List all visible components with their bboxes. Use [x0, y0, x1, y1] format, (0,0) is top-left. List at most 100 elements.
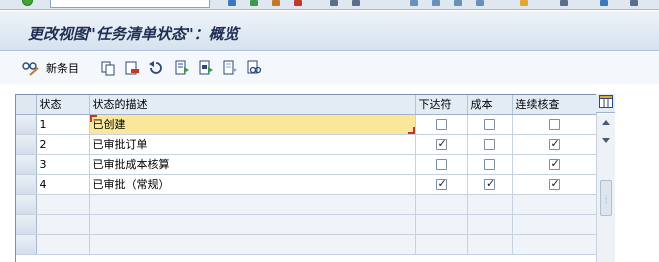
find-toolbar-icon[interactable] [352, 0, 360, 6]
empty-cell[interactable] [36, 234, 90, 255]
release-checkbox[interactable] [435, 137, 447, 150]
empty-cell[interactable] [467, 234, 513, 255]
column-config-button[interactable] [596, 94, 615, 113]
col-release-header[interactable]: 下达符 [415, 95, 468, 115]
continuous-check-cell [512, 154, 597, 175]
select-all-button[interactable] [174, 60, 190, 76]
print-icon[interactable] [330, 0, 338, 6]
row-selector[interactable] [16, 214, 37, 235]
continuous-check-cell [512, 134, 597, 155]
status-cell[interactable]: 3 [36, 154, 90, 175]
help-icon[interactable] [600, 0, 608, 6]
empty-cell[interactable] [89, 234, 416, 255]
layout-icon[interactable] [560, 0, 568, 6]
exit-icon[interactable] [272, 0, 280, 6]
row-selector[interactable] [16, 234, 37, 255]
status-cell[interactable]: 4 [36, 174, 90, 195]
continuous-check-checkbox[interactable] [548, 157, 560, 170]
table-row: 1 已创建 [16, 114, 597, 135]
continuous-check-checkbox[interactable] [548, 137, 560, 150]
empty-cell[interactable] [415, 194, 468, 215]
undo-button[interactable] [148, 60, 164, 76]
row-selector[interactable] [16, 134, 37, 155]
empty-cell[interactable] [512, 234, 597, 255]
copy-button[interactable] [100, 60, 116, 76]
empty-cell[interactable] [415, 234, 468, 255]
status-cell[interactable]: 1 [36, 114, 90, 135]
copy-icon [100, 60, 116, 76]
new-entries-button[interactable]: 新条目 [22, 60, 79, 76]
continuous-check-checkbox[interactable] [548, 119, 560, 130]
col-status-header[interactable]: 状态 [36, 95, 90, 115]
new-entries-label: 新条目 [46, 62, 79, 75]
save-icon[interactable] [228, 0, 236, 6]
deselect-all-button[interactable] [222, 60, 238, 76]
col-continuous-check-header[interactable]: 连续核查 [512, 95, 597, 115]
empty-row [16, 214, 597, 235]
continuous-check-checkbox[interactable] [548, 177, 560, 190]
scroll-down-icon[interactable] [602, 138, 610, 143]
table-row: 4 已审批（常规） [16, 174, 597, 195]
empty-cell[interactable] [512, 194, 597, 215]
empty-cell[interactable] [89, 194, 416, 215]
cost-checkbox[interactable] [484, 139, 495, 150]
cost-checkbox[interactable] [484, 159, 495, 170]
empty-row [16, 234, 597, 255]
scroll-up-icon[interactable] [602, 120, 610, 125]
release-cell [415, 174, 468, 195]
scroll-thumb[interactable]: :: [600, 180, 612, 216]
select-all-cell[interactable] [16, 95, 37, 115]
col-description-header[interactable]: 状态的描述 [89, 95, 416, 115]
continuous-check-cell [512, 174, 597, 195]
table-row: 3 已审批成本核算 [16, 154, 597, 175]
row-selector[interactable] [16, 194, 37, 215]
row-selector[interactable] [16, 174, 37, 195]
select-block-button[interactable] [198, 60, 214, 76]
col-cost-header[interactable]: 成本 [467, 95, 513, 115]
description-cell[interactable]: 已审批成本核算 [89, 154, 416, 175]
enter-icon[interactable] [22, 0, 33, 6]
find-button[interactable] [246, 60, 262, 76]
deselect-all-icon [222, 60, 238, 76]
status-table: 状态 状态的描述 下达符 成本 连续核查 1 已创建 2 已审批订单 ✓ ✓ 3… [15, 94, 615, 262]
cost-cell [467, 114, 513, 135]
glasses-edit-icon [22, 60, 40, 76]
cost-checkbox[interactable] [484, 177, 495, 190]
empty-cell[interactable] [89, 214, 416, 235]
empty-cell[interactable] [36, 194, 90, 215]
release-checkbox[interactable] [435, 119, 447, 130]
empty-cell[interactable] [36, 214, 90, 235]
command-field[interactable] [50, 0, 210, 8]
description-cell[interactable]: 已审批订单 [89, 134, 416, 155]
release-checkbox[interactable] [435, 159, 447, 170]
cost-checkbox[interactable] [484, 119, 495, 130]
release-checkbox[interactable] [435, 177, 447, 190]
row-selector[interactable] [16, 114, 37, 135]
continuous-check-cell [512, 114, 597, 135]
description-cell[interactable]: 已审批（常规） [89, 174, 416, 195]
empty-cell[interactable] [415, 214, 468, 235]
table-settings-icon [598, 95, 613, 111]
row-selector[interactable] [16, 154, 37, 175]
cancel-icon[interactable] [294, 0, 302, 6]
empty-cell[interactable] [512, 214, 597, 235]
release-cell [415, 154, 468, 175]
last-page-icon[interactable] [476, 0, 484, 6]
new-session-icon[interactable] [520, 0, 528, 6]
vertical-scrollbar[interactable]: :: [596, 114, 615, 262]
delete-icon [124, 60, 140, 76]
empty-cell[interactable] [467, 214, 513, 235]
description-cell[interactable]: 已创建 [89, 114, 416, 135]
next-page-icon[interactable] [454, 0, 462, 6]
table-header-row: 状态 状态的描述 下达符 成本 连续核查 [16, 95, 597, 115]
select-block-icon [198, 60, 214, 76]
first-page-icon[interactable] [410, 0, 418, 6]
back-icon[interactable] [250, 0, 258, 6]
find-icon [246, 60, 262, 76]
release-cell [415, 114, 468, 135]
status-cell[interactable]: 2 [36, 134, 90, 155]
delete-button[interactable] [124, 60, 140, 76]
customize-icon[interactable] [630, 0, 638, 6]
empty-cell[interactable] [467, 194, 513, 215]
prev-page-icon[interactable] [432, 0, 440, 6]
